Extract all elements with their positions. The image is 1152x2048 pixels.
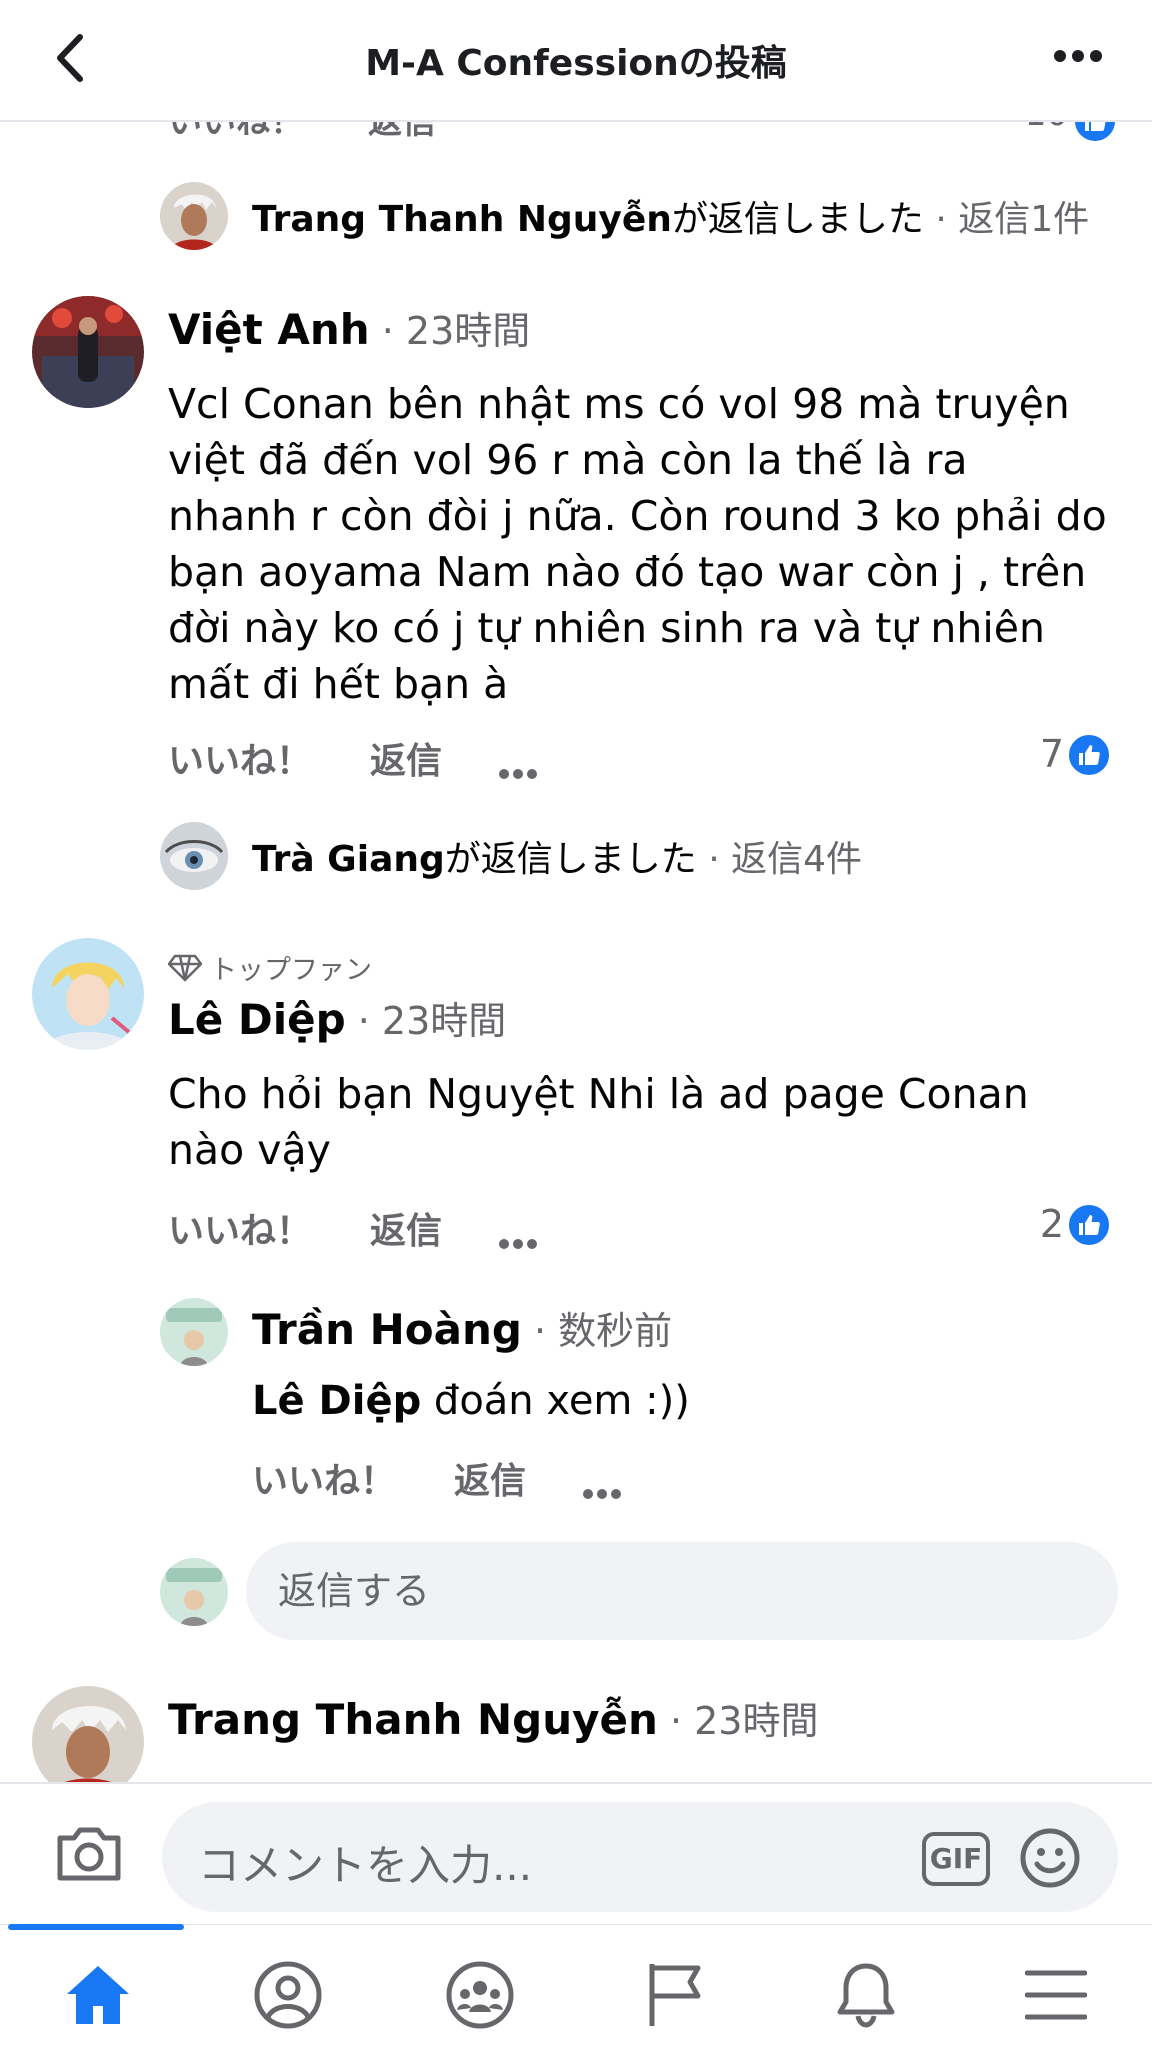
reply-text: Lê Diệp đoán xem :)) (252, 1378, 690, 1424)
avatar[interactable] (32, 938, 144, 1050)
reply-button[interactable]: 返信 (368, 122, 436, 143)
reply-button[interactable]: 返信 (454, 1452, 526, 1504)
nav-home[interactable] (58, 1955, 138, 2035)
comment-actions: いいね！ 返信 7 (168, 732, 1118, 788)
pages-flag-icon (649, 1964, 701, 2026)
like-count: 10 (1025, 122, 1068, 134)
avatar[interactable] (32, 296, 144, 408)
mention-link[interactable]: Lê Diệp (252, 1378, 421, 1424)
more-horizontal-icon (583, 1489, 621, 1499)
notifications-bell-icon (837, 1963, 895, 2028)
like-reaction-icon[interactable] (1066, 732, 1112, 778)
avatar[interactable] (160, 1298, 228, 1366)
nav-profile[interactable] (248, 1955, 328, 2035)
comment-composer: コメントを入力... GIF (0, 1782, 1152, 1924)
like-reaction-icon[interactable] (1066, 1202, 1112, 1248)
more-options-button[interactable] (498, 1218, 538, 1259)
comments-list[interactable]: いいね！ 返信 10 Trang Thanh Nguyễnが返信しました · 返… (0, 122, 1152, 1782)
home-icon (67, 1966, 129, 2024)
previous-comment-actions: いいね！ 返信 10 (168, 122, 1128, 150)
comment-placeholder: コメントを入力... (198, 1841, 533, 1890)
like-button[interactable]: いいね！ (168, 122, 304, 143)
nav-notifications[interactable] (826, 1955, 906, 2035)
comment-author[interactable]: Việt Anh · 23時間 (168, 300, 530, 355)
reply-actions: いいね！ 返信 (252, 1452, 952, 1508)
profile-icon (254, 1961, 322, 2029)
camera-button[interactable] (54, 1824, 124, 1888)
more-options-button[interactable] (1048, 36, 1108, 76)
reply-input[interactable]: 返信する (246, 1542, 1118, 1640)
more-horizontal-icon (499, 1239, 537, 1249)
more-options-button[interactable] (498, 748, 538, 789)
active-tab-indicator (8, 1924, 184, 1930)
more-options-button[interactable] (582, 1468, 622, 1509)
comment-input[interactable]: コメントを入力... GIF (162, 1802, 1118, 1912)
top-fan-badge: トップファン (168, 948, 372, 987)
comment-timestamp: · 23時間 (345, 999, 507, 1043)
gif-button[interactable]: GIF (922, 1832, 990, 1886)
avatar[interactable] (160, 182, 228, 250)
bottom-navigation (0, 1924, 1152, 2048)
like-button[interactable]: いいね！ (168, 732, 312, 784)
page-title: M-A Confessionの投稿 (365, 43, 787, 84)
menu-icon (1025, 1970, 1087, 2020)
avatar (160, 1558, 228, 1626)
more-horizontal-icon (499, 769, 537, 779)
comment-text: Cho hỏi bạn Nguyệt Nhi là ad page Conan … (168, 1070, 1029, 1174)
more-horizontal-icon (1054, 50, 1102, 62)
reply-button[interactable]: 返信 (370, 732, 442, 784)
avatar[interactable] (160, 822, 228, 890)
like-reaction-icon (1072, 122, 1118, 144)
diamond-icon (168, 954, 202, 981)
groups-icon (446, 1961, 514, 2029)
like-button[interactable]: いいね！ (252, 1452, 396, 1504)
camera-icon (57, 1827, 121, 1881)
like-count: 2 (1039, 1202, 1064, 1246)
reply-timestamp: · 数秒前 (521, 1309, 673, 1353)
view-replies-link[interactable]: Trà Giangが返信しました · 返信4件 (252, 830, 862, 882)
like-button[interactable]: いいね！ (168, 1202, 312, 1254)
comment-timestamp: · 23時間 (657, 1699, 819, 1743)
comment-text: Vcl Conan bên nhật ms có vol 98 mà truyệ… (168, 380, 1107, 708)
nav-groups[interactable] (440, 1955, 520, 2035)
comment-author[interactable]: Trang Thanh Nguyễn · 23時間 (168, 1690, 818, 1745)
comment-author[interactable]: Lê Diệp · 23時間 (168, 990, 506, 1045)
comment-timestamp: · 23時間 (369, 309, 531, 353)
comment-actions: いいね！ 返信 2 (168, 1202, 1118, 1258)
smiley-icon (1020, 1828, 1080, 1888)
nav-pages[interactable] (634, 1955, 714, 2035)
reply-author[interactable]: Trần Hoàng · 数秒前 (252, 1300, 672, 1355)
reply-button[interactable]: 返信 (370, 1202, 442, 1254)
view-replies-link[interactable]: Trang Thanh Nguyễnが返信しました · 返信1件 (252, 190, 1089, 242)
top-bar: M-A Confessionの投稿 (0, 0, 1152, 122)
emoji-button[interactable] (1018, 1826, 1082, 1894)
nav-menu[interactable] (1016, 1955, 1096, 2035)
like-count: 7 (1039, 732, 1064, 776)
avatar[interactable] (32, 1686, 144, 1782)
